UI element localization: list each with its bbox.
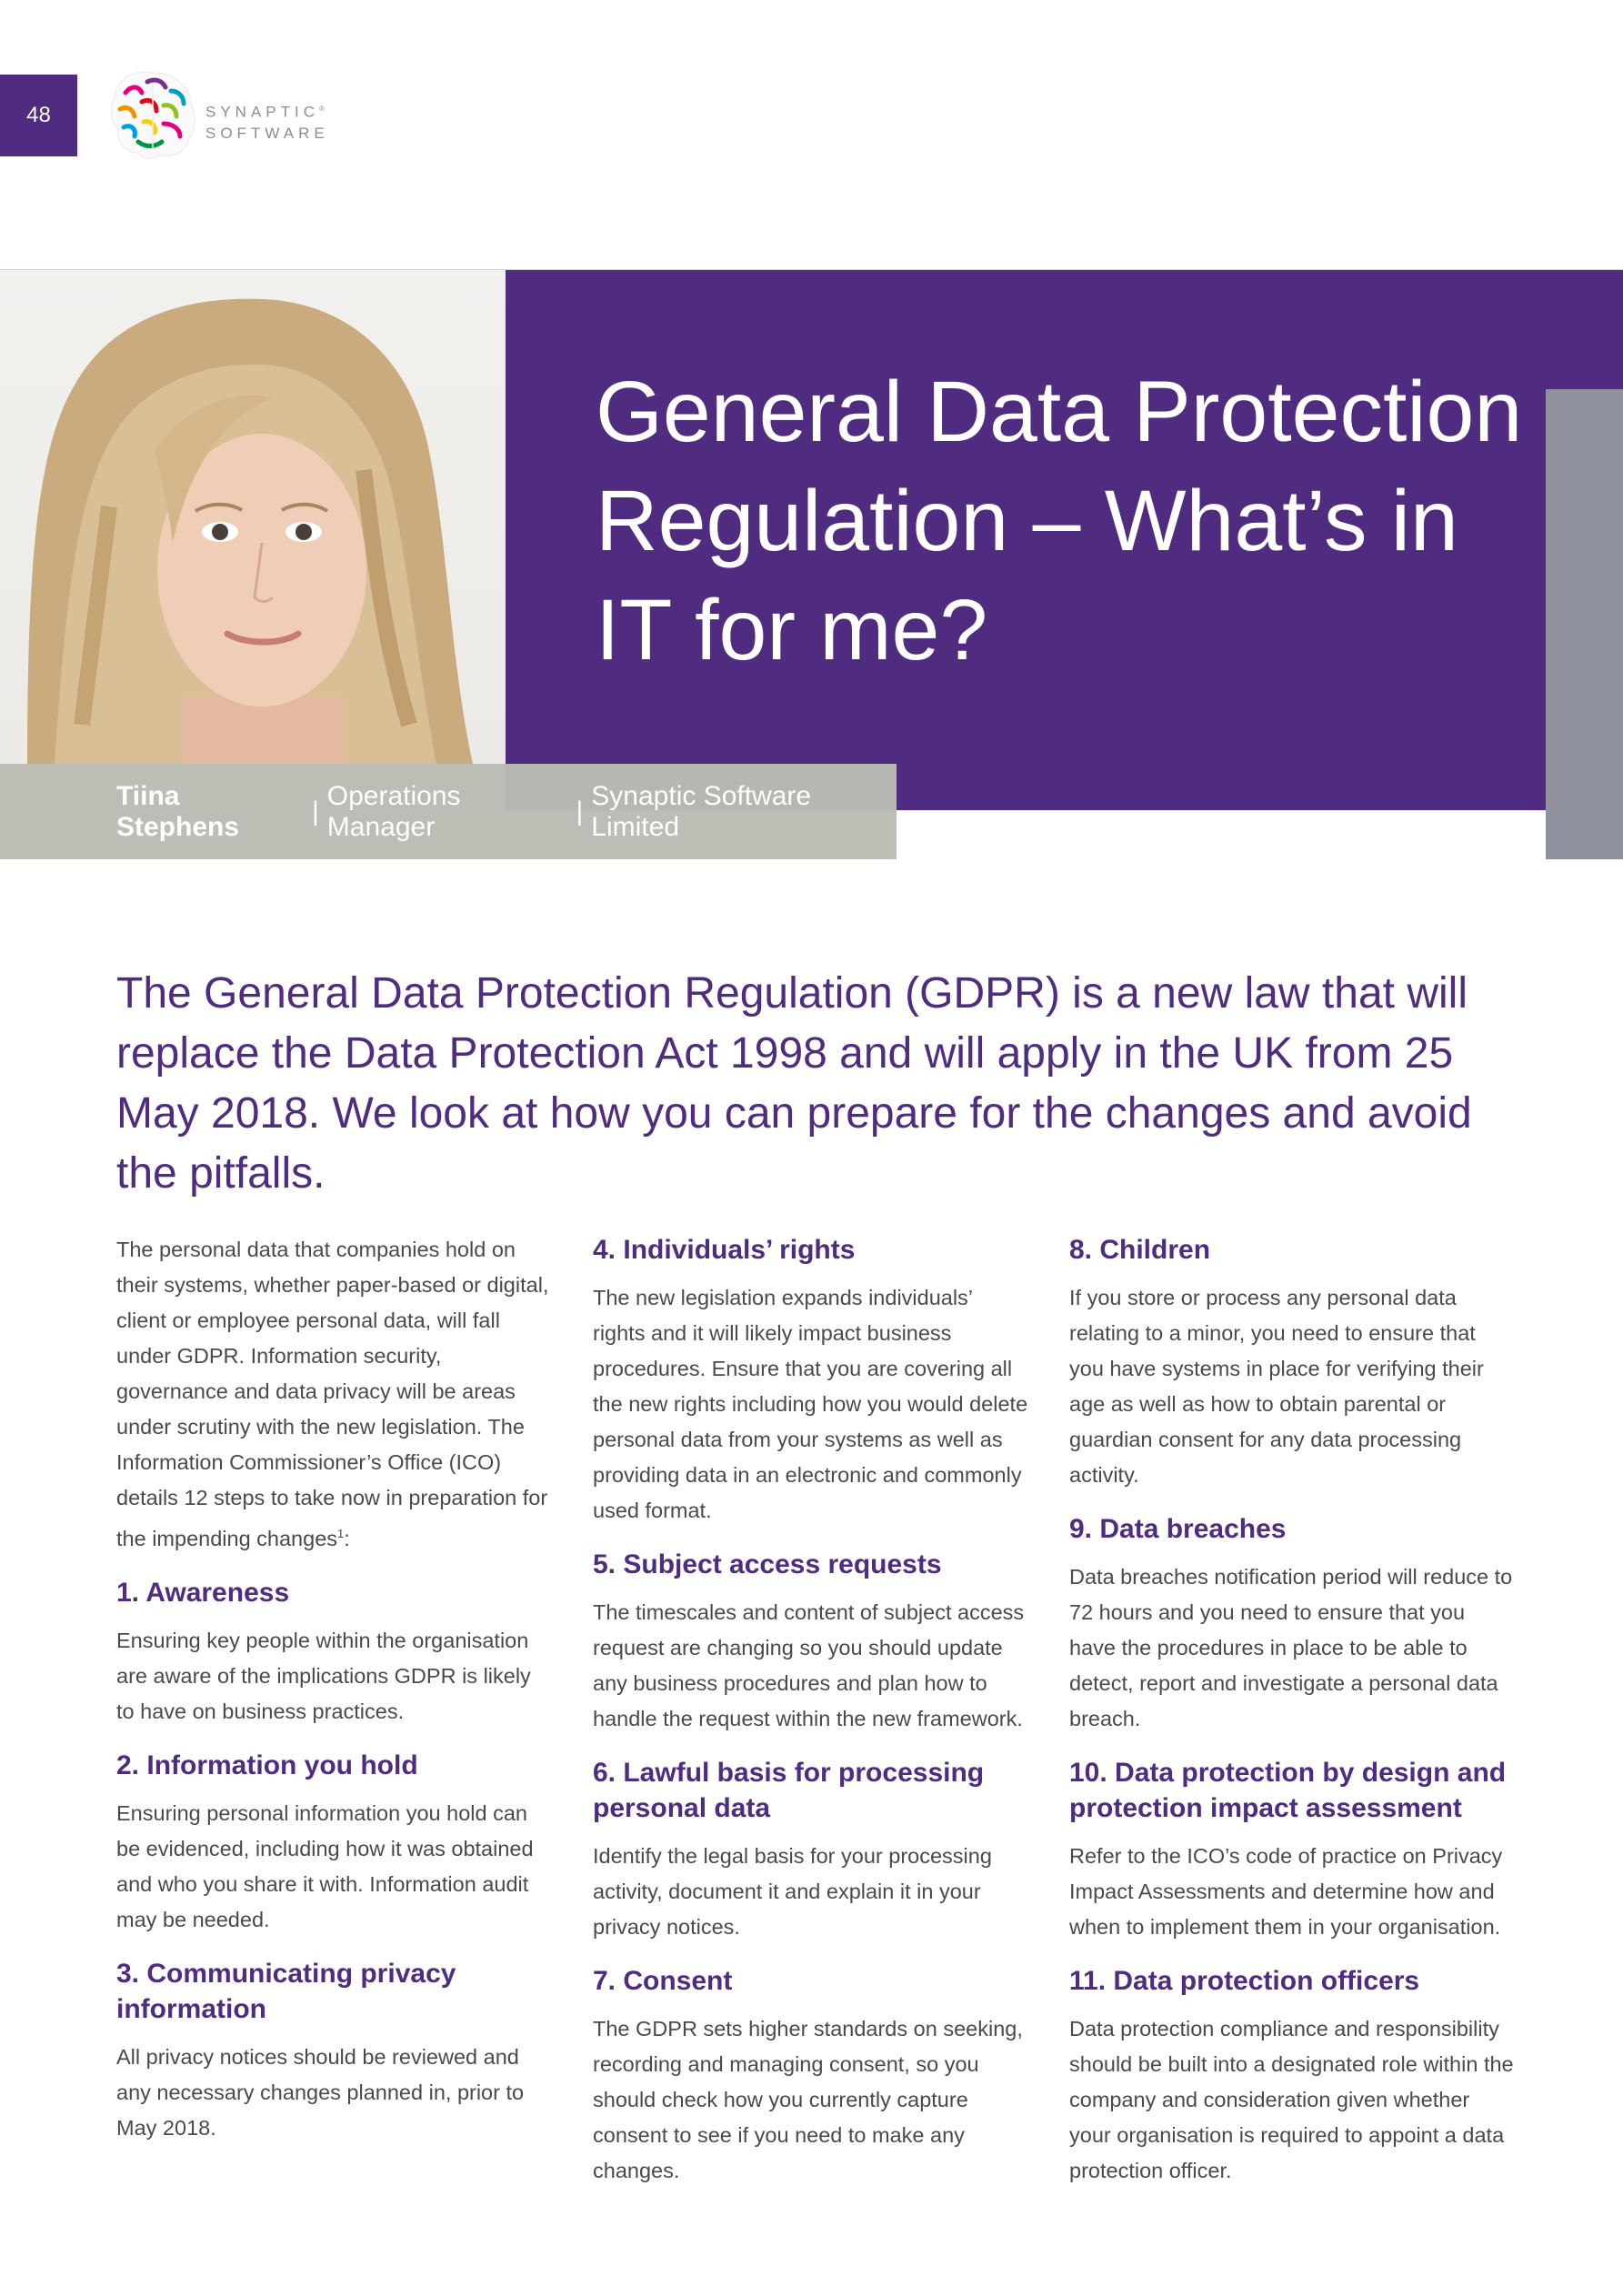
intro-text: The personal data that companies hold on… bbox=[116, 1238, 549, 1550]
section-heading: 2. Information you hold bbox=[116, 1750, 418, 1780]
author-role: Operations Manager bbox=[326, 780, 461, 842]
section-heading: 10. Data protection by design and protec… bbox=[1069, 1758, 1507, 1823]
section-body: The GDPR sets higher standards on seekin… bbox=[593, 2017, 1023, 2182]
section-heading: 7. Consent bbox=[593, 1966, 733, 1996]
logo-line-1: SYNAPTIC bbox=[205, 103, 320, 121]
section-body: If you store or process any personal dat… bbox=[1069, 1286, 1484, 1487]
section-heading: 9. Data breaches bbox=[1069, 1514, 1287, 1544]
section-body: Data protection compliance and responsib… bbox=[1069, 2017, 1514, 2182]
section-heading: 4. Individuals’ rights bbox=[593, 1235, 856, 1265]
page-number: 48 bbox=[0, 75, 77, 156]
section-body: Refer to the ICO’s code of practice on P… bbox=[1069, 1844, 1503, 1939]
section-body: Data breaches notification period will r… bbox=[1069, 1565, 1513, 1730]
author-name: Tiina Stephens bbox=[116, 780, 240, 842]
section-body: Ensuring personal information you hold c… bbox=[116, 1800, 534, 1931]
article-title: General Data Protection Regulation – Wha… bbox=[596, 364, 1523, 678]
section-body: The new legislation expands individuals’… bbox=[593, 1286, 1028, 1522]
author-byline: Tiina Stephens | Operations Manager | Sy… bbox=[0, 764, 897, 859]
byline-separator: | bbox=[576, 796, 584, 827]
author-photo bbox=[0, 270, 506, 764]
column-2: 4. Individuals’ rights The new legislati… bbox=[593, 1232, 1029, 2200]
section-heading: 1. Awareness bbox=[116, 1577, 290, 1608]
section-body: Ensuring key people within the organisat… bbox=[116, 1628, 531, 1723]
intro-suffix: : bbox=[344, 1526, 350, 1550]
byline-separator: | bbox=[311, 796, 319, 827]
standfirst: The General Data Protection Regulation (… bbox=[116, 969, 1472, 1198]
section-heading: 11. Data protection officers bbox=[1069, 1966, 1420, 1996]
company-logo-text: SYNAPTIC® SOFTWARE bbox=[205, 98, 329, 144]
intro-paragraph: The personal data that companies hold on… bbox=[116, 1232, 553, 1557]
side-tab bbox=[1546, 389, 1623, 859]
section-heading: 5. Subject access requests bbox=[593, 1549, 942, 1579]
column-1: The personal data that companies hold on… bbox=[116, 1232, 553, 2157]
section-body: Identify the legal basis for your proces… bbox=[593, 1844, 992, 1939]
section-heading: 8. Children bbox=[1069, 1235, 1211, 1265]
author-company: Synaptic Software Limited bbox=[591, 780, 812, 842]
section-heading: 6. Lawful basis for processing personal … bbox=[593, 1758, 985, 1823]
registered-mark: ® bbox=[319, 105, 325, 113]
section-body: All privacy notices should be reviewed a… bbox=[116, 2044, 525, 2140]
section-heading: 3. Communicating privacy information bbox=[116, 1958, 456, 2024]
brain-icon bbox=[111, 71, 195, 159]
section-body: The timescales and content of subject ac… bbox=[593, 1600, 1025, 1730]
column-3: 8. Children If you store or process any … bbox=[1069, 1232, 1515, 2200]
logo-line-2: SOFTWARE bbox=[205, 124, 329, 142]
